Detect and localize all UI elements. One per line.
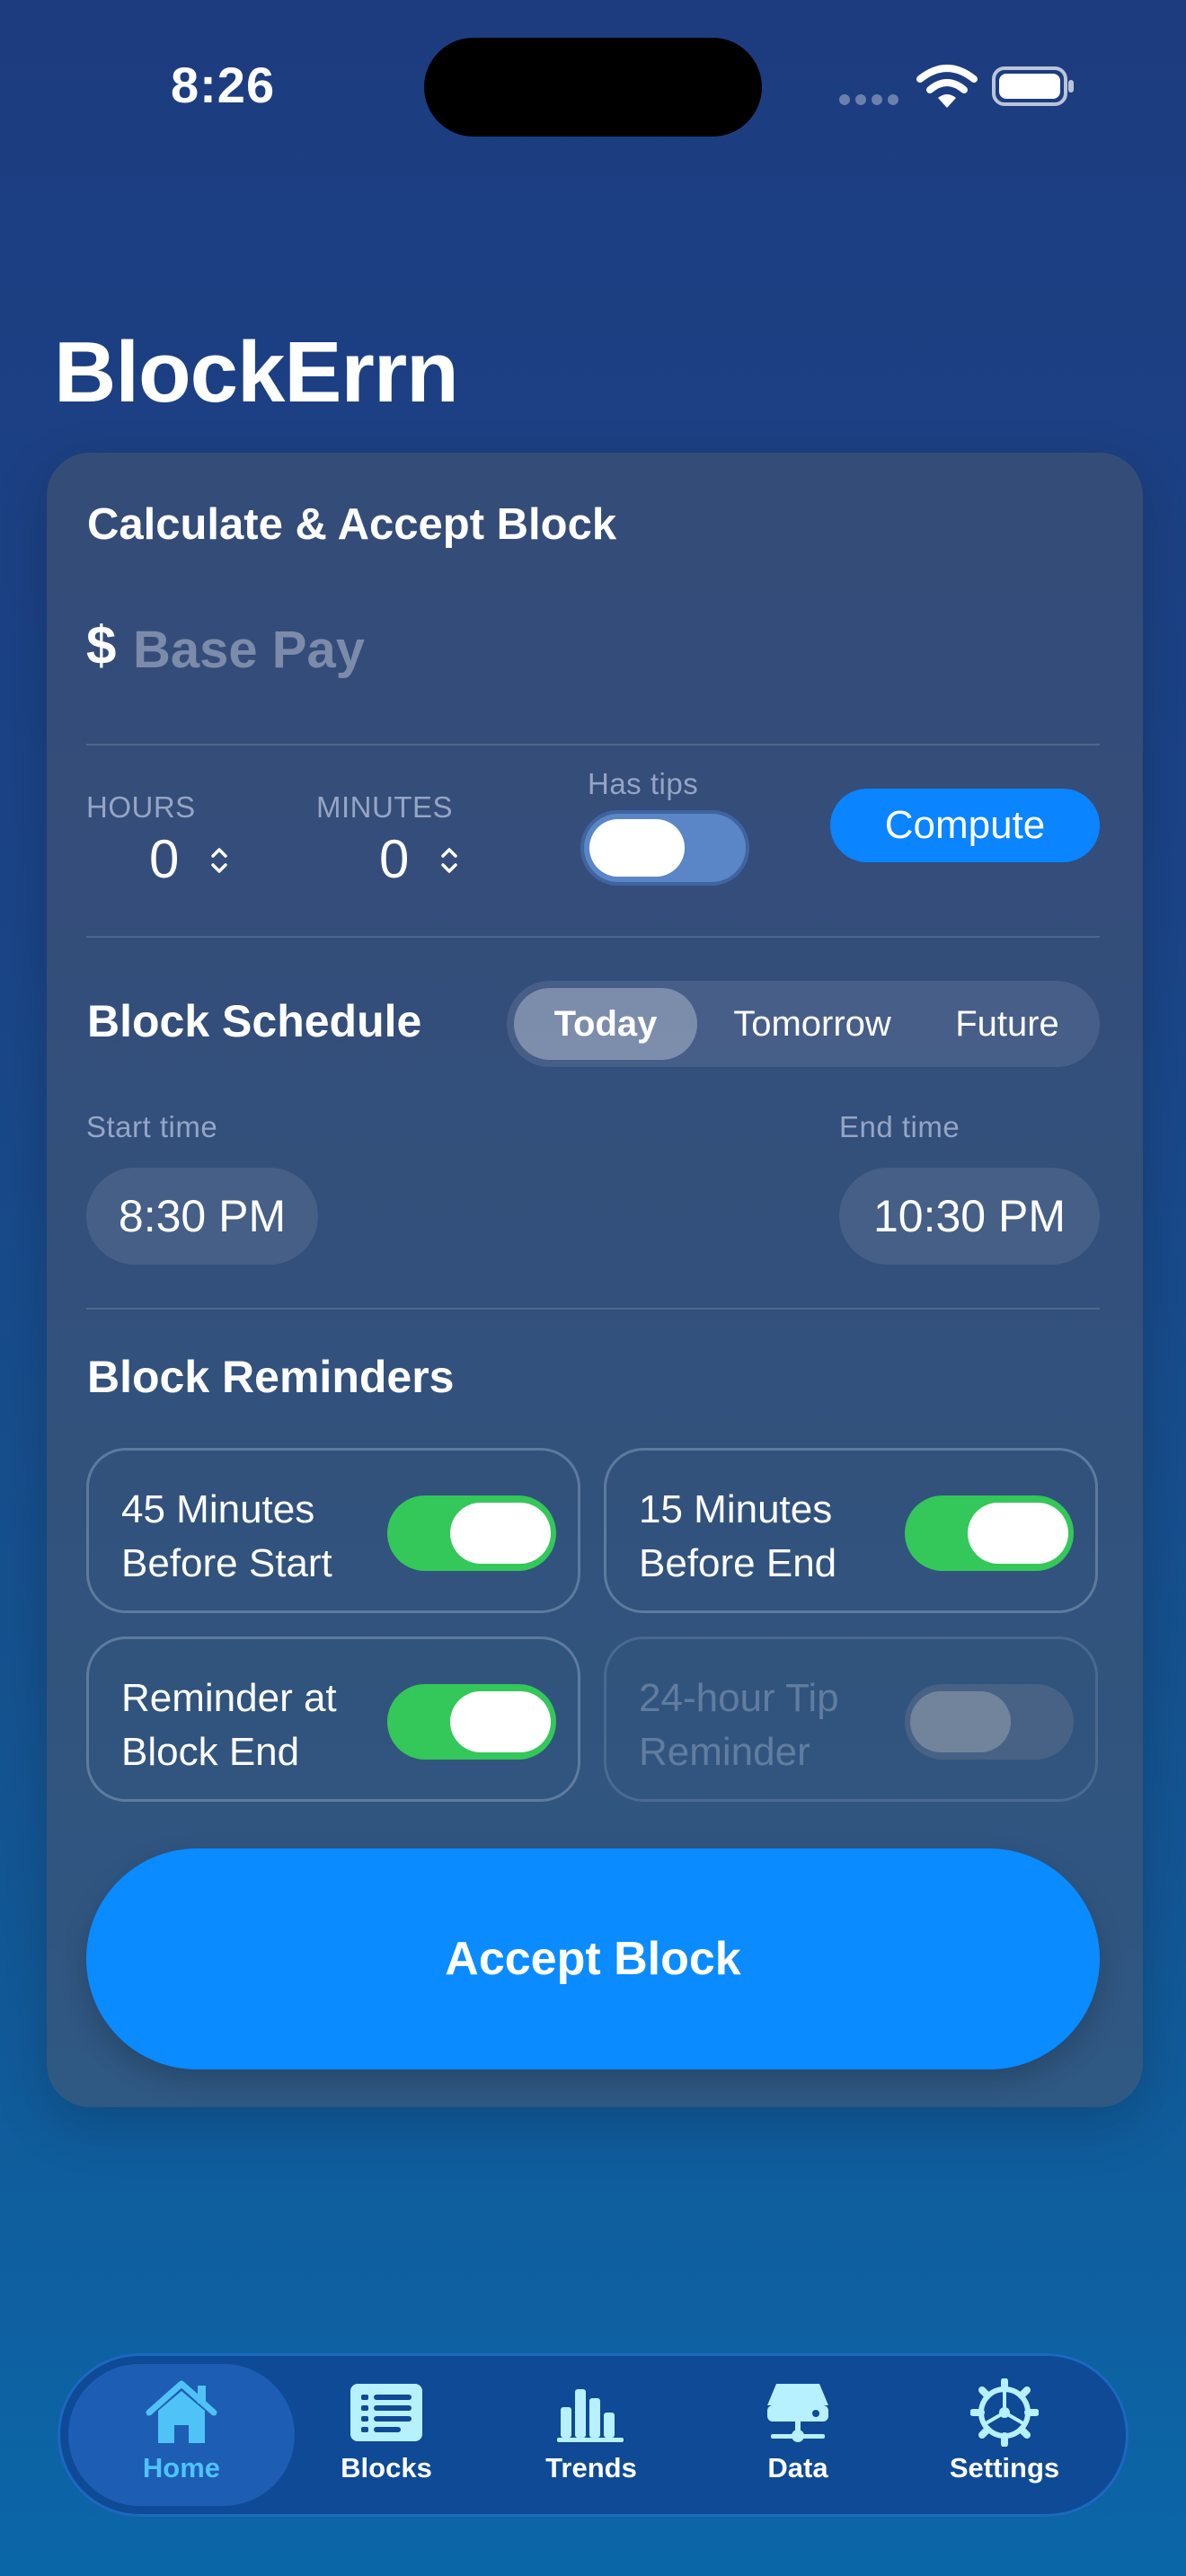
reminder-toggle [905, 1684, 1074, 1760]
minutes-stepper[interactable]: 0 [374, 825, 482, 896]
chevron-up-down-icon [441, 848, 457, 873]
server-icon [767, 2384, 828, 2442]
minutes-value: 0 [379, 829, 410, 889]
divider [86, 744, 1100, 745]
end-time-picker[interactable]: 10:30 PM [839, 1168, 1100, 1265]
toggle-knob [968, 1503, 1068, 1564]
reminder-toggle[interactable] [387, 1684, 556, 1760]
divider [86, 936, 1100, 938]
segment-tomorrow[interactable]: Tomorrow [706, 988, 918, 1060]
tab-trends[interactable]: Trends [501, 2375, 681, 2501]
start-time-picker[interactable]: 8:30 PM [86, 1168, 318, 1265]
tab-blocks[interactable]: Blocks [296, 2375, 476, 2501]
status-clock: 8:26 [171, 57, 276, 113]
tab-label: Home [142, 2452, 221, 2483]
currency-symbol: $ [86, 615, 117, 675]
minutes-label: MINUTES [316, 790, 453, 824]
calculate-section-title: Calculate & Accept Block [87, 500, 617, 549]
block-reminders-title: Block Reminders [87, 1352, 455, 1402]
has-tips-label: Has tips [588, 767, 699, 800]
chevron-up-down-icon [211, 848, 227, 873]
tab-home[interactable]: Home [92, 2375, 271, 2501]
block-schedule-title: Block Schedule [87, 996, 422, 1046]
tab-label: Blocks [341, 2452, 432, 2483]
battery-icon [992, 66, 1074, 106]
hours-value: 0 [149, 829, 180, 889]
reminder-15-before-end: 15 Minutes Before End [604, 1448, 1098, 1613]
segment-today[interactable]: Today [514, 988, 697, 1060]
reminder-label: Reminder at Block End [121, 1676, 337, 1774]
segment-future[interactable]: Future [922, 988, 1093, 1060]
wifi-icon [916, 65, 978, 108]
cellular-signal-icon [839, 93, 911, 106]
compute-button[interactable]: Compute [830, 789, 1100, 862]
reminder-label: 45 Minutes Before Start [121, 1487, 332, 1585]
toggle-knob [450, 1503, 551, 1564]
reminder-label: 15 Minutes Before End [639, 1487, 837, 1585]
tab-label: Settings [949, 2452, 1060, 2483]
tab-data[interactable]: Data [708, 2375, 888, 2501]
hours-label: HOURS [86, 790, 196, 824]
list-icon [350, 2384, 422, 2441]
tab-settings[interactable]: Settings [915, 2375, 1094, 2501]
accept-block-button[interactable]: Accept Block [86, 1848, 1100, 2069]
reminder-24-hour-tip: 24-hour Tip Reminder [604, 1636, 1098, 1802]
app-title: BlockErrn [54, 324, 459, 420]
reminder-label: 24-hour Tip Reminder [639, 1676, 839, 1774]
has-tips-toggle[interactable] [580, 810, 749, 886]
toggle-knob [450, 1691, 551, 1752]
reminder-toggle[interactable] [387, 1495, 556, 1571]
chart-bar-icon [557, 2389, 624, 2442]
gear-icon [970, 2378, 1039, 2447]
house-icon [146, 2380, 217, 2443]
toggle-knob [910, 1691, 1011, 1752]
divider [86, 1308, 1100, 1310]
reminder-at-block-end: Reminder at Block End [86, 1636, 580, 1802]
tab-label: Data [767, 2452, 828, 2483]
reminder-toggle[interactable] [905, 1495, 1074, 1571]
base-pay-input[interactable] [133, 620, 582, 680]
tab-label: Trends [545, 2452, 637, 2483]
start-time-label: Start time [86, 1110, 218, 1143]
toggle-knob [589, 819, 685, 877]
end-time-label: End time [839, 1110, 960, 1143]
hours-stepper[interactable]: 0 [144, 825, 252, 896]
dynamic-island [424, 38, 762, 137]
reminder-45-before-start: 45 Minutes Before Start [86, 1448, 580, 1613]
schedule-segmented-control: Today Tomorrow Future [507, 981, 1100, 1067]
